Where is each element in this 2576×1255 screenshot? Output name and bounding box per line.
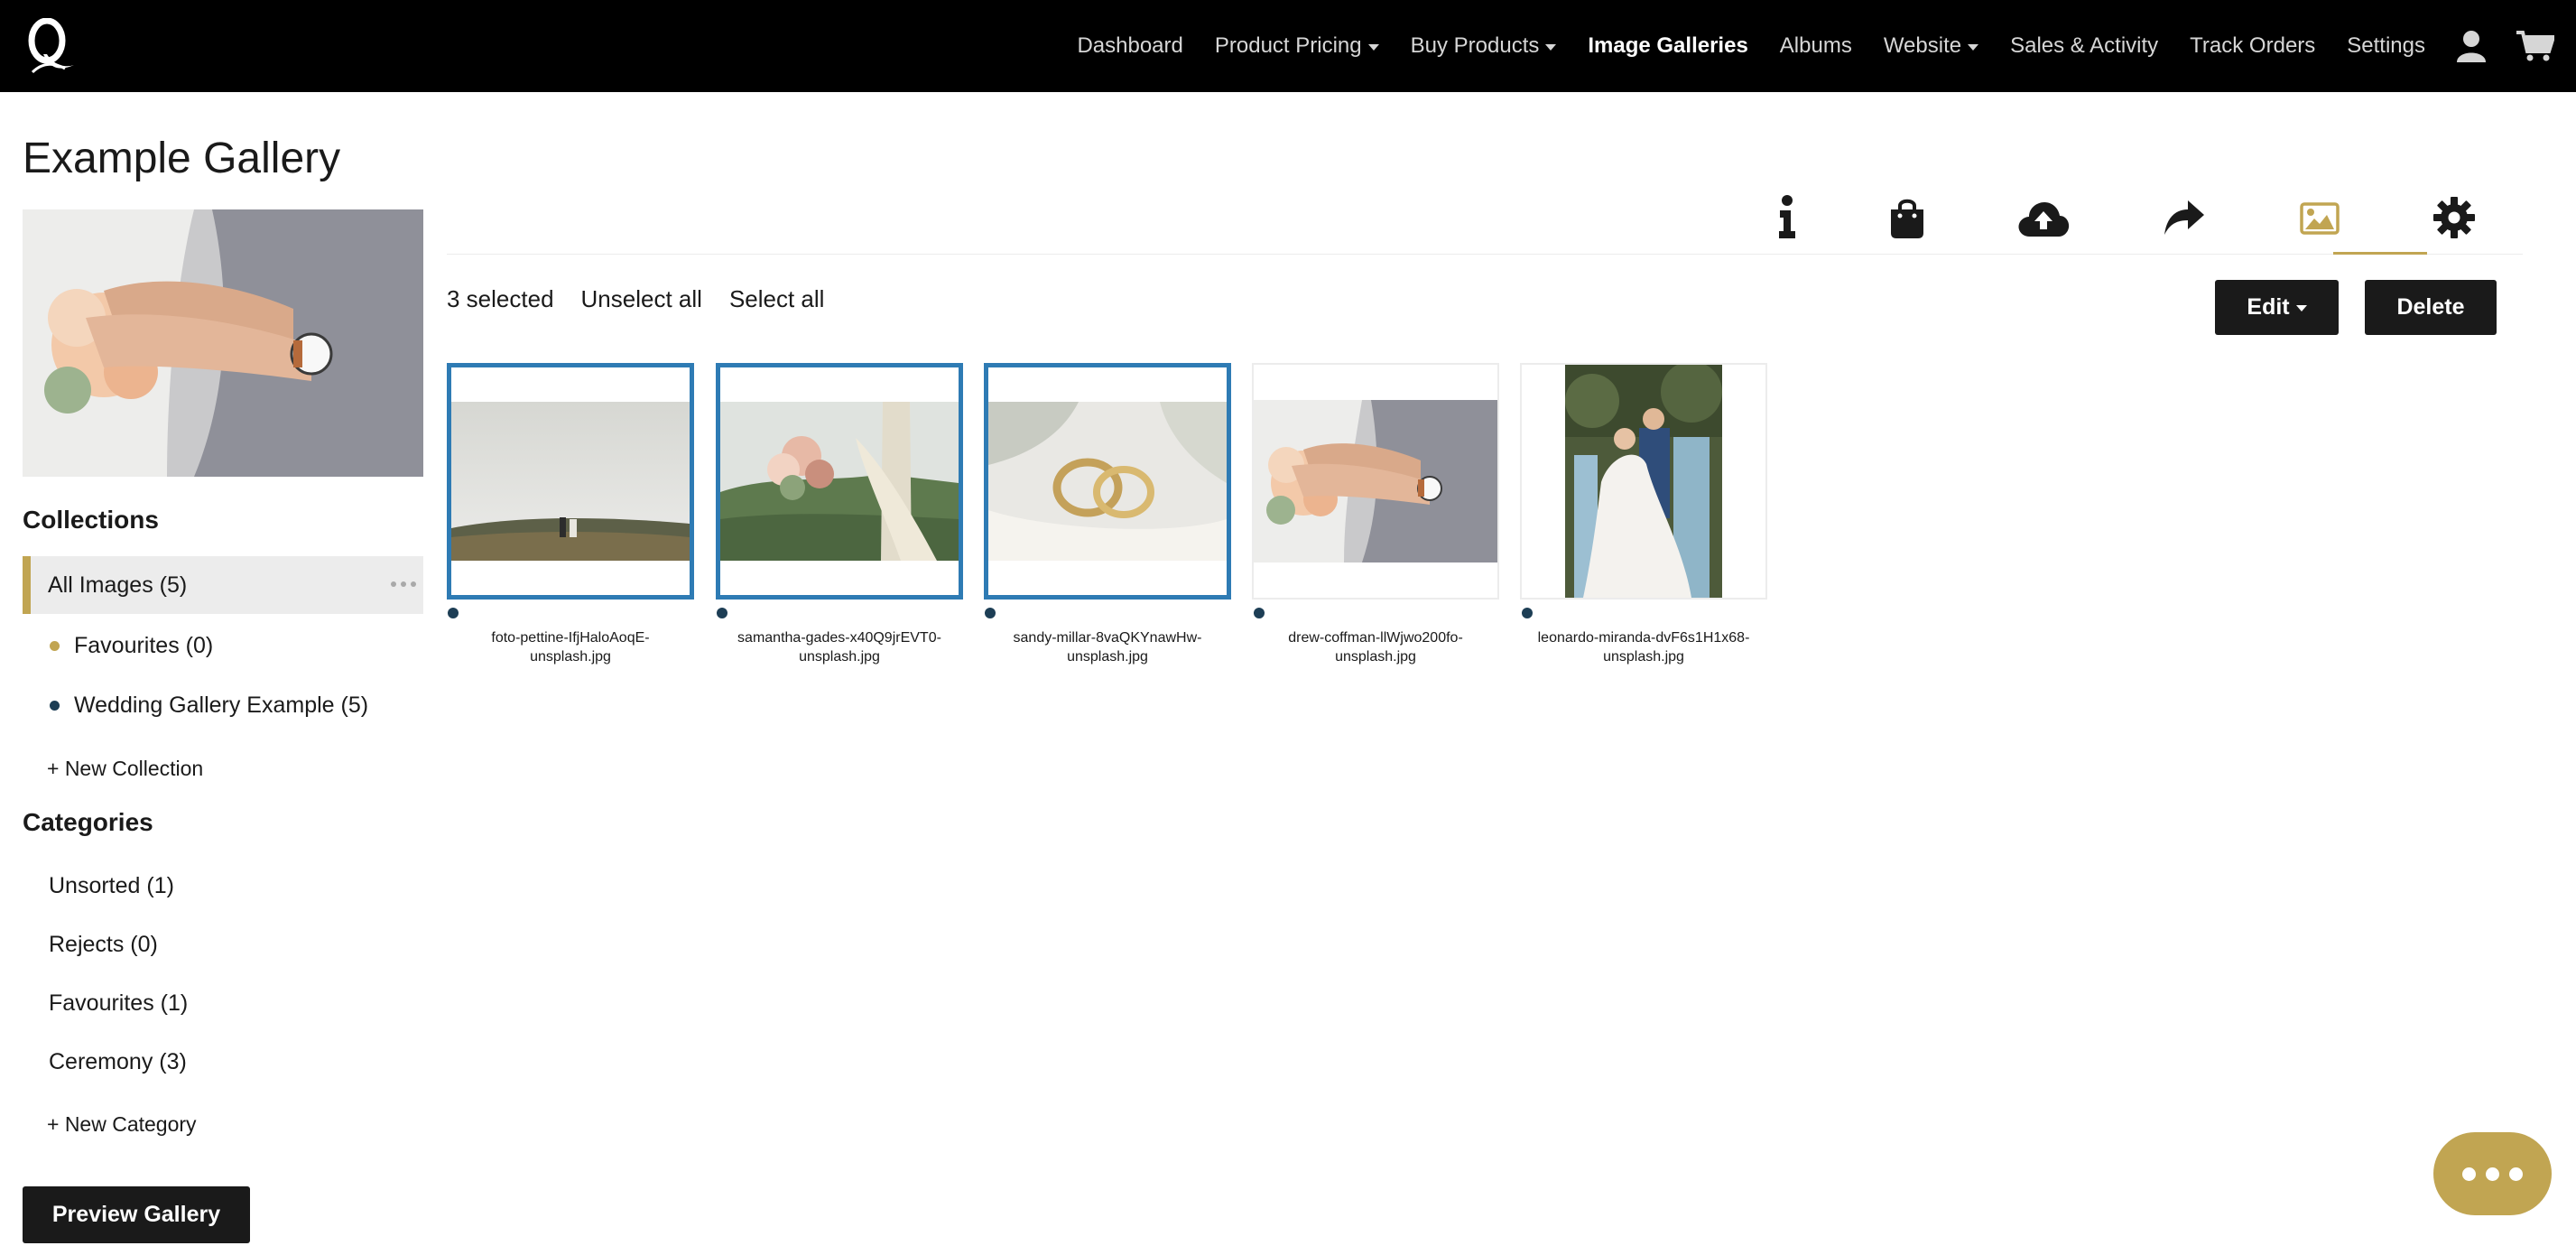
collection-color-dot <box>50 640 60 651</box>
thumbnail-photo <box>988 402 1227 561</box>
delete-button[interactable]: Delete <box>2365 280 2497 335</box>
gear-icon[interactable] <box>2409 197 2499 262</box>
caret-down-icon <box>1968 43 1979 51</box>
ellipsis-dot <box>2462 1167 2476 1181</box>
nav-track-orders[interactable]: Track Orders <box>2190 33 2315 59</box>
edit-dropdown-button[interactable]: Edit <box>2215 280 2339 335</box>
thumbnail-photo <box>720 402 959 561</box>
gallery-cover-image[interactable] <box>23 209 423 477</box>
collection-label: Wedding Gallery Example (5) <box>74 692 369 718</box>
share-icon[interactable] <box>2139 200 2229 265</box>
collection-color-dot <box>50 700 60 711</box>
collection-favourites[interactable]: Favourites (0) <box>23 617 423 674</box>
image-thumbnail[interactable] <box>716 363 963 600</box>
collection-dot <box>985 608 996 618</box>
select-all-link[interactable]: Select all <box>729 285 825 313</box>
ellipsis-dot <box>2486 1167 2499 1181</box>
category-ceremony[interactable]: Ceremony (3) <box>49 1049 187 1075</box>
selection-bar: 3 selected Unselect all Select all <box>447 285 824 313</box>
caret-down-icon <box>2295 305 2307 311</box>
caret-down-icon <box>1545 43 1557 51</box>
more-options-icon[interactable] <box>391 581 416 587</box>
image-filename: leonardo-miranda-dvF6s1H1x68- unsplash.jp… <box>1537 630 1750 665</box>
main-nav: Dashboard Product Pricing Buy Products I… <box>1077 0 2576 92</box>
collection-dot <box>717 608 727 618</box>
new-category-link[interactable]: + New Category <box>47 1112 197 1137</box>
chat-launcher-button[interactable] <box>2433 1132 2552 1215</box>
cloud-upload-icon[interactable] <box>1998 200 2089 265</box>
nav-product-pricing[interactable]: Product Pricing <box>1215 33 1379 59</box>
new-collection-link[interactable]: + New Collection <box>47 757 203 781</box>
thumbnail-photo <box>1565 365 1722 598</box>
thumbnail-photo <box>451 402 690 561</box>
image-filename: samantha-gades-x40Q9jrEVT0- unsplash.jpg <box>737 630 941 665</box>
page-title: Example Gallery <box>23 135 341 182</box>
nav-albums[interactable]: Albums <box>1780 33 1852 59</box>
caret-down-icon <box>1367 43 1379 51</box>
collection-label: Favourites (0) <box>74 632 214 658</box>
shopping-bag-icon[interactable] <box>1862 197 1952 262</box>
image-filename: drew-coffman-llWjwo200fo-unsplash.jpg <box>1288 630 1463 665</box>
info-icon[interactable] <box>1742 195 1832 260</box>
preview-gallery-button[interactable]: Preview Gallery <box>23 1186 250 1243</box>
cart-icon[interactable] <box>2516 30 2554 62</box>
user-icon[interactable] <box>2457 30 2486 62</box>
image-thumbnail[interactable] <box>1520 363 1767 600</box>
category-unsorted[interactable]: Unsorted (1) <box>49 873 174 899</box>
collection-dot <box>1522 608 1533 618</box>
image-thumbnail[interactable] <box>984 363 1231 600</box>
collections-heading: Collections <box>23 506 159 534</box>
image-thumbnail[interactable] <box>447 363 694 600</box>
collection-dot <box>448 608 459 618</box>
top-navbar: Dashboard Product Pricing Buy Products I… <box>0 0 2576 92</box>
nav-website[interactable]: Website <box>1884 33 1979 59</box>
nav-buy-products[interactable]: Buy Products <box>1411 33 1557 59</box>
brand-logo[interactable] <box>25 18 76 74</box>
collection-dot <box>1254 608 1265 618</box>
categories-heading: Categories <box>23 808 153 836</box>
thumbnail-photo <box>1254 400 1497 562</box>
collection-wedding-gallery-example[interactable]: Wedding Gallery Example (5) <box>23 676 423 734</box>
image-icon[interactable] <box>2275 202 2365 267</box>
unselect-all-link[interactable]: Unselect all <box>581 285 702 313</box>
category-favourites[interactable]: Favourites (1) <box>49 990 188 1017</box>
image-filename: foto-pettine-IfjHaloAoqE-unsplash.jpg <box>491 630 650 665</box>
category-rejects[interactable]: Rejects (0) <box>49 932 158 958</box>
nav-dashboard[interactable]: Dashboard <box>1077 33 1182 59</box>
image-filename: sandy-millar-8vaQKYnawHw-unsplash.jpg <box>1013 630 1202 665</box>
image-thumbnail[interactable] <box>1252 363 1499 600</box>
selected-count: 3 selected <box>447 285 554 312</box>
nav-sales-activity[interactable]: Sales & Activity <box>2010 33 2158 59</box>
collection-all-images[interactable]: All Images (5) <box>23 556 423 614</box>
collection-label: All Images (5) <box>48 572 188 598</box>
nav-image-galleries[interactable]: Image Galleries <box>1588 33 1747 59</box>
nav-settings[interactable]: Settings <box>2347 33 2425 59</box>
ellipsis-dot <box>2509 1167 2523 1181</box>
